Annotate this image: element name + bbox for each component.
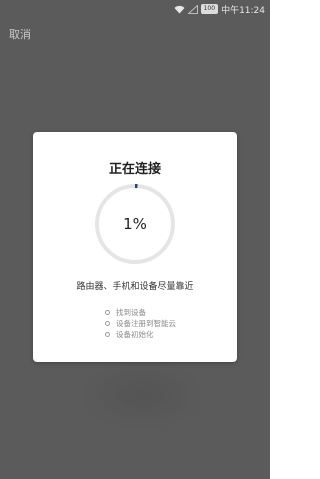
step-dot-icon [105, 309, 110, 315]
progress-ring: 1% [94, 183, 176, 265]
step-label: 设备注册到智能云 [116, 318, 176, 328]
dialog-title: 正在连接 [108, 162, 161, 177]
status-time: 中午11:24 [221, 5, 265, 16]
step-item: 设备注册到智能云 [105, 318, 176, 328]
screen: 100 中午11:24 取消 正在连接 1% 路由器、手机和设备尽量靠近 找到设… [0, 0, 270, 479]
step-item: 设备初始化 [105, 329, 176, 339]
battery-icon: 100 [200, 4, 219, 14]
step-item: 找到设备 [105, 307, 176, 317]
wifi-icon [174, 5, 185, 14]
step-label: 设备初始化 [116, 329, 154, 339]
proximity-hint: 路由器、手机和设备尽量靠近 [76, 282, 194, 292]
status-bar: 100 中午11:24 [0, 0, 270, 18]
step-dot-icon [105, 331, 110, 337]
step-dot-icon [105, 320, 110, 326]
steps-list: 找到设备 设备注册到智能云 设备初始化 [105, 307, 176, 340]
background-decoration [80, 360, 204, 430]
signal-icon [187, 4, 198, 14]
progress-percent: 1% [123, 215, 147, 233]
connecting-dialog: 正在连接 1% 路由器、手机和设备尽量靠近 找到设备 设备注册到智能云 设备初始… [33, 132, 237, 362]
step-label: 找到设备 [116, 307, 146, 317]
cancel-button[interactable]: 取消 [9, 26, 31, 42]
